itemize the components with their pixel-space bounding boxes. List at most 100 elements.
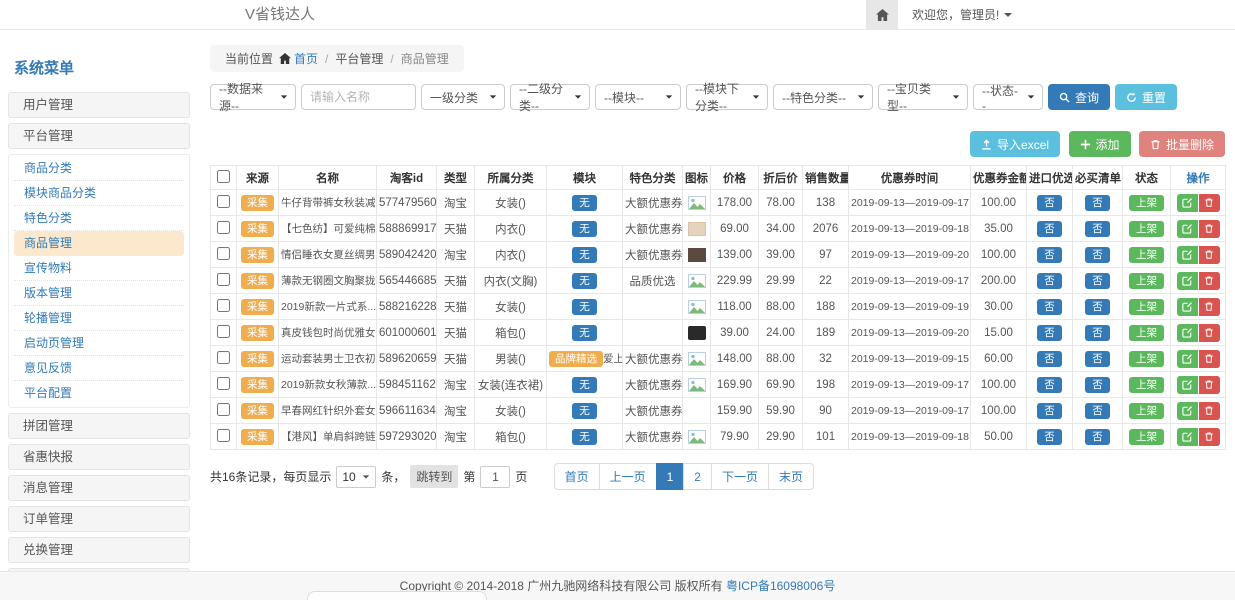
row-checkbox[interactable]: [217, 403, 230, 416]
module-none-button[interactable]: 无: [572, 221, 597, 237]
edit-button[interactable]: [1177, 194, 1198, 212]
edit-button[interactable]: [1177, 402, 1198, 420]
must-buy-toggle-button[interactable]: 否: [1085, 429, 1110, 445]
must-buy-toggle-button[interactable]: 否: [1085, 195, 1110, 211]
sidebar-item-1[interactable]: 模块商品分类: [14, 181, 184, 206]
sidebar-section-6[interactable]: 兑换管理: [8, 537, 190, 563]
edit-button[interactable]: [1177, 272, 1198, 290]
row-checkbox[interactable]: [217, 195, 230, 208]
add-button[interactable]: 添加: [1069, 131, 1131, 157]
must-buy-toggle-button[interactable]: 否: [1085, 403, 1110, 419]
must-buy-toggle-button[interactable]: 否: [1085, 351, 1110, 367]
delete-button[interactable]: [1199, 220, 1220, 238]
edit-button[interactable]: [1177, 298, 1198, 316]
delete-button[interactable]: [1199, 428, 1220, 446]
must-buy-toggle-button[interactable]: 否: [1085, 299, 1110, 315]
edit-button[interactable]: [1177, 376, 1198, 394]
sidebar-section-0[interactable]: 用户管理: [8, 92, 190, 118]
icp-link[interactable]: 粤ICP备16098006号: [726, 579, 835, 593]
edit-button[interactable]: [1177, 350, 1198, 368]
status-button[interactable]: 上架: [1129, 377, 1164, 393]
row-checkbox[interactable]: [217, 377, 230, 390]
sidebar-section-3[interactable]: 省惠快报: [8, 444, 190, 470]
module-none-button[interactable]: 无: [572, 247, 597, 263]
row-checkbox[interactable]: [217, 325, 230, 338]
status-button[interactable]: 上架: [1129, 351, 1164, 367]
search-button[interactable]: 查询: [1048, 84, 1110, 110]
page-button-1[interactable]: 上一页: [599, 463, 657, 490]
module-none-button[interactable]: 无: [572, 377, 597, 393]
batch-delete-button[interactable]: 批量删除: [1139, 131, 1225, 157]
filter-select-7[interactable]: --宝贝类型--: [878, 84, 968, 110]
import-toggle-button[interactable]: 否: [1037, 351, 1062, 367]
sidebar-section-2[interactable]: 拼团管理: [8, 413, 190, 439]
row-checkbox[interactable]: [217, 429, 230, 442]
edit-button[interactable]: [1177, 324, 1198, 342]
select-all-checkbox[interactable]: [217, 170, 230, 183]
import-toggle-button[interactable]: 否: [1037, 299, 1062, 315]
sidebar-item-7[interactable]: 启动页管理: [14, 331, 184, 356]
import-toggle-button[interactable]: 否: [1037, 221, 1062, 237]
delete-button[interactable]: [1199, 272, 1220, 290]
must-buy-toggle-button[interactable]: 否: [1085, 221, 1110, 237]
sidebar-item-0[interactable]: 商品分类: [14, 156, 184, 181]
import-toggle-button[interactable]: 否: [1037, 195, 1062, 211]
must-buy-toggle-button[interactable]: 否: [1085, 377, 1110, 393]
sidebar-item-9[interactable]: 平台配置: [14, 381, 184, 406]
edit-button[interactable]: [1177, 220, 1198, 238]
sidebar-item-8[interactable]: 意见反馈: [14, 356, 184, 381]
delete-button[interactable]: [1199, 350, 1220, 368]
page-button-4[interactable]: 下一页: [711, 463, 769, 490]
delete-button[interactable]: [1199, 402, 1220, 420]
home-button[interactable]: [866, 0, 898, 29]
row-checkbox[interactable]: [217, 273, 230, 286]
sidebar-item-4[interactable]: 宣传物料: [14, 256, 184, 281]
filter-select-2[interactable]: 一级分类: [421, 84, 505, 110]
module-none-button[interactable]: 无: [572, 429, 597, 445]
import-toggle-button[interactable]: 否: [1037, 377, 1062, 393]
module-none-button[interactable]: 无: [572, 403, 597, 419]
module-none-button[interactable]: 无: [572, 299, 597, 315]
import-toggle-button[interactable]: 否: [1037, 247, 1062, 263]
breadcrumb-item-1[interactable]: 平台管理: [335, 52, 383, 66]
page-button-0[interactable]: 首页: [554, 463, 600, 490]
edit-button[interactable]: [1177, 428, 1198, 446]
status-button[interactable]: 上架: [1129, 325, 1164, 341]
sidebar-section-4[interactable]: 消息管理: [8, 475, 190, 501]
filter-select-3[interactable]: --二级分类--: [510, 84, 590, 110]
page-button-3[interactable]: 2: [683, 463, 712, 490]
import-toggle-button[interactable]: 否: [1037, 273, 1062, 289]
sidebar-item-2[interactable]: 特色分类: [14, 206, 184, 231]
page-button-5[interactable]: 末页: [768, 463, 814, 490]
row-checkbox[interactable]: [217, 221, 230, 234]
status-button[interactable]: 上架: [1129, 247, 1164, 263]
per-page-select[interactable]: 10: [336, 466, 376, 488]
must-buy-toggle-button[interactable]: 否: [1085, 325, 1110, 341]
sidebar-section-1[interactable]: 平台管理: [8, 123, 190, 149]
sidebar-section-5[interactable]: 订单管理: [8, 506, 190, 532]
reset-button[interactable]: 重置: [1115, 84, 1177, 110]
filter-select-6[interactable]: --特色分类--: [773, 84, 873, 110]
delete-button[interactable]: [1199, 376, 1220, 394]
user-menu[interactable]: 欢迎您，管理员!: [912, 6, 1012, 23]
status-button[interactable]: 上架: [1129, 403, 1164, 419]
module-none-button[interactable]: 无: [572, 273, 597, 289]
module-none-button[interactable]: 无: [572, 325, 597, 341]
status-button[interactable]: 上架: [1129, 221, 1164, 237]
module-none-button[interactable]: 无: [572, 195, 597, 211]
must-buy-toggle-button[interactable]: 否: [1085, 273, 1110, 289]
import-toggle-button[interactable]: 否: [1037, 429, 1062, 445]
import-toggle-button[interactable]: 否: [1037, 325, 1062, 341]
delete-button[interactable]: [1199, 298, 1220, 316]
delete-button[interactable]: [1199, 246, 1220, 264]
edit-button[interactable]: [1177, 246, 1198, 264]
import-toggle-button[interactable]: 否: [1037, 403, 1062, 419]
name-search-input[interactable]: [301, 84, 416, 110]
sidebar-item-6[interactable]: 轮播管理: [14, 306, 184, 331]
status-button[interactable]: 上架: [1129, 273, 1164, 289]
sidebar-item-3[interactable]: 商品管理: [14, 231, 184, 256]
filter-select-4[interactable]: --模块--: [595, 84, 681, 110]
page-button-2[interactable]: 1: [656, 463, 685, 490]
delete-button[interactable]: [1199, 194, 1220, 212]
status-button[interactable]: 上架: [1129, 429, 1164, 445]
